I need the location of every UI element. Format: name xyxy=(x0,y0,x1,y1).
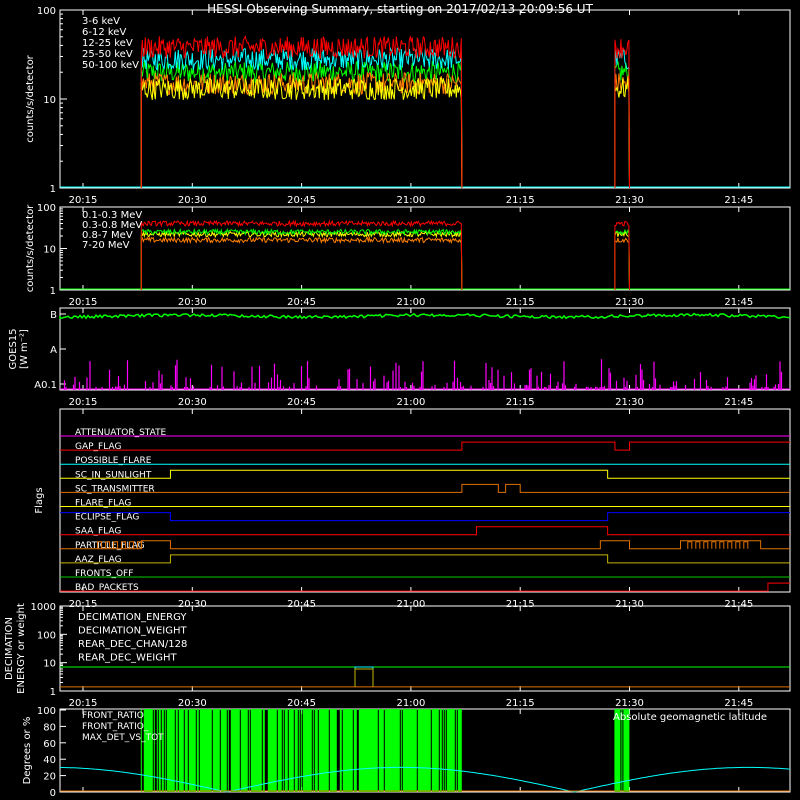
y-tick-label: 40 xyxy=(43,755,56,766)
x-tick-label: 21:15 xyxy=(506,698,535,709)
x-tick-label: 20:15 xyxy=(69,297,98,308)
x-tick-label: 21:15 xyxy=(506,397,535,408)
legend-entry: DECIMATION_WEIGHT xyxy=(78,626,187,637)
x-tick-label: 20:45 xyxy=(287,397,316,408)
x-tick-label: 20:45 xyxy=(287,195,316,206)
x-tick-label: 21:45 xyxy=(724,698,753,709)
y-tick-label: 1 xyxy=(50,184,56,195)
panel-frame xyxy=(59,307,791,391)
y-axis-label: counts/s/detector xyxy=(25,54,36,142)
legend-entry: 3-6 keV xyxy=(82,16,120,27)
y-tick-label: 10 xyxy=(43,245,56,256)
x-tick-label: 21:00 xyxy=(396,297,425,308)
x-tick-label: 21:45 xyxy=(724,195,753,206)
flag-line-AAZ_FLAG xyxy=(60,554,790,564)
legend-entry: REAR_DEC_WEIGHT xyxy=(78,653,177,664)
flag-line-BAD_PACKETS xyxy=(60,582,790,592)
y-axis-label: counts/s/detector xyxy=(25,204,36,292)
x-tick-label: 21:30 xyxy=(615,397,644,408)
x-tick-label: 21:30 xyxy=(615,297,644,308)
plot-canvas: HESSI Observing Summary, starting on 201… xyxy=(4,2,791,799)
y-tick-label: 20 xyxy=(43,772,56,783)
legend-entry: 25-50 keV xyxy=(82,49,133,60)
legend-entry: REAR_DEC_CHAN/128 xyxy=(78,639,187,650)
x-tick-label: 20:30 xyxy=(178,297,207,308)
x-tick-label: 21:45 xyxy=(724,297,753,308)
y-tick-label: 100 xyxy=(37,706,56,717)
y-axis-label-line2: ENERGY or weight xyxy=(16,603,27,694)
y-axis-label: DECIMATION xyxy=(4,617,15,680)
y-tick-label: 100 xyxy=(37,203,56,214)
y-tick-label: 1 xyxy=(50,286,56,297)
series-bars-FRONT_RATIO xyxy=(140,709,630,792)
y-tick-label: 1 xyxy=(50,687,56,698)
flag-line-SC_TRANSMITTER xyxy=(60,483,790,493)
x-tick-label: 21:00 xyxy=(396,698,425,709)
x-tick-label: 21:00 xyxy=(396,195,425,206)
y-axis-label: Flags xyxy=(34,487,45,513)
series-line-0.8-7 MeV xyxy=(140,230,630,291)
hessi-summary-plot: HESSI Observing Summary, starting on 201… xyxy=(0,0,800,800)
x-tick-label: 21:15 xyxy=(506,195,535,206)
x-tick-label: 20:15 xyxy=(69,698,98,709)
flag-line-ECLIPSE_FLAG xyxy=(60,512,790,522)
legend-entry: 12-25 keV xyxy=(82,38,133,49)
plot-title: HESSI Observing Summary, starting on 201… xyxy=(207,2,593,16)
legend-entry: 6-12 keV xyxy=(82,27,126,38)
legend-entry: 50-100 keV xyxy=(82,60,139,71)
x-tick-label: 21:45 xyxy=(724,397,753,408)
legend-entry: 7-20 MeV xyxy=(82,240,130,251)
y-tick-label: 10 xyxy=(43,95,56,106)
y-axis-label-units: [W m⁻²] xyxy=(19,329,30,369)
flag-line-SAA_FLAG xyxy=(60,526,790,536)
x-tick-label: 21:30 xyxy=(615,195,644,206)
y-tick-label: B xyxy=(50,310,57,321)
series-line-goes-short xyxy=(63,359,783,390)
x-tick-label: 20:30 xyxy=(178,195,207,206)
y-tick-label: A0.1 xyxy=(34,380,57,391)
flag-line-SC_IN_SUNLIGHT xyxy=(60,469,790,479)
x-tick-label: 20:30 xyxy=(178,698,207,709)
x-tick-label: 21:00 xyxy=(396,397,425,408)
legend-entry: Absolute geomagnetic latitude xyxy=(613,712,767,723)
y-tick-label: 0 xyxy=(50,788,56,799)
x-tick-label: 20:30 xyxy=(178,397,207,408)
y-axis-label: GOES15 xyxy=(8,328,19,369)
x-tick-label: 20:45 xyxy=(287,297,316,308)
flag-pulses xyxy=(97,541,749,549)
y-tick-label: 100 xyxy=(37,630,56,641)
series-line-REAR_DEC_CHAN xyxy=(354,666,374,687)
series-line-goes-long xyxy=(59,312,791,320)
legend-entry: FRONT_RATIO xyxy=(82,711,144,721)
legend-entry: DECIMATION_ENERGY xyxy=(78,612,187,623)
x-tick-label: 20:15 xyxy=(69,195,98,206)
legend-entry: FRONT_RATIO_ xyxy=(82,722,149,732)
y-tick-label: 80 xyxy=(43,722,56,733)
y-axis-label: Degrees or % xyxy=(22,717,33,785)
panel-frame xyxy=(59,206,791,291)
y-tick-label: 1000 xyxy=(31,602,56,613)
y-tick-label: 100 xyxy=(37,6,56,17)
x-tick-label: 21:30 xyxy=(615,698,644,709)
flag-line-GAP_FLAG xyxy=(60,441,790,451)
flag-line-PARTICLE_FLAG xyxy=(60,540,790,550)
y-tick-label: 10 xyxy=(43,659,56,670)
panel-frame xyxy=(59,9,791,189)
x-tick-label: 20:15 xyxy=(69,397,98,408)
y-tick-label: 60 xyxy=(43,739,56,750)
series-line-12-25 keV xyxy=(140,76,630,189)
y-tick-label: A xyxy=(50,345,57,356)
legend-entry: MAX_DET_VS_TOT xyxy=(82,733,164,743)
flag-label: ECLIPSE_FLAG xyxy=(75,513,139,523)
x-tick-label: 21:15 xyxy=(506,297,535,308)
series-line-0.3-0.8 MeV xyxy=(140,235,630,291)
x-tick-label: 20:45 xyxy=(287,698,316,709)
series-line-REAR_DEC_WEIGHT xyxy=(354,668,374,687)
